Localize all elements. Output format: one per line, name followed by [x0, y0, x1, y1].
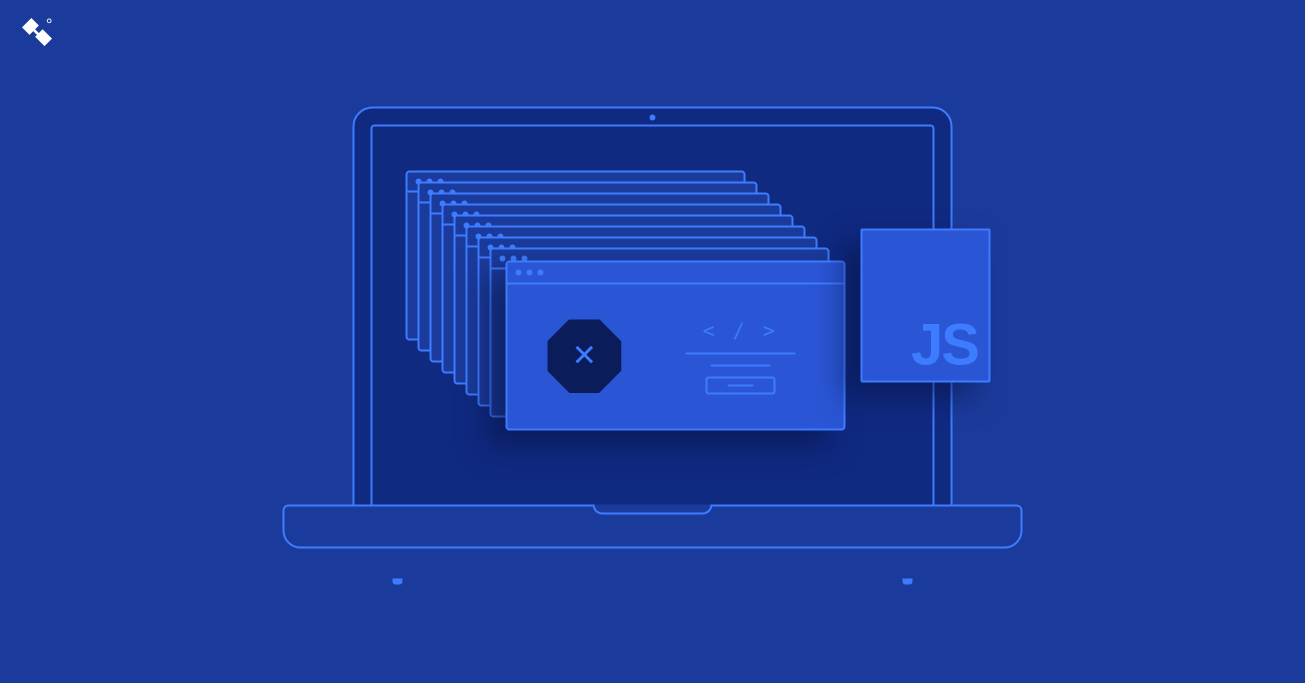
text-line-placeholder	[710, 364, 770, 366]
window-titlebar	[507, 262, 843, 284]
laptop-feet	[283, 577, 1023, 585]
javascript-badge: JS	[860, 228, 990, 382]
error-dialog-window: ✕ < / >	[505, 260, 845, 430]
code-bracket-icon: < / >	[703, 318, 778, 342]
error-stop-icon: ✕	[547, 319, 621, 393]
laptop-camera-icon	[650, 115, 656, 121]
traffic-light-icon	[515, 269, 521, 275]
illustration-stage: ✕ < / > JS	[0, 0, 1305, 683]
laptop-trackpad-notch	[593, 505, 713, 515]
stacked-windows: ✕ < / >	[405, 170, 765, 455]
button-label-placeholder	[727, 384, 753, 386]
laptop-base	[283, 505, 1023, 549]
text-line-placeholder	[685, 352, 795, 354]
traffic-light-icon	[526, 269, 532, 275]
traffic-light-icon	[537, 269, 543, 275]
x-mark-icon: ✕	[572, 339, 597, 374]
dialog-button-placeholder	[705, 376, 775, 394]
javascript-badge-label: JS	[911, 316, 978, 374]
